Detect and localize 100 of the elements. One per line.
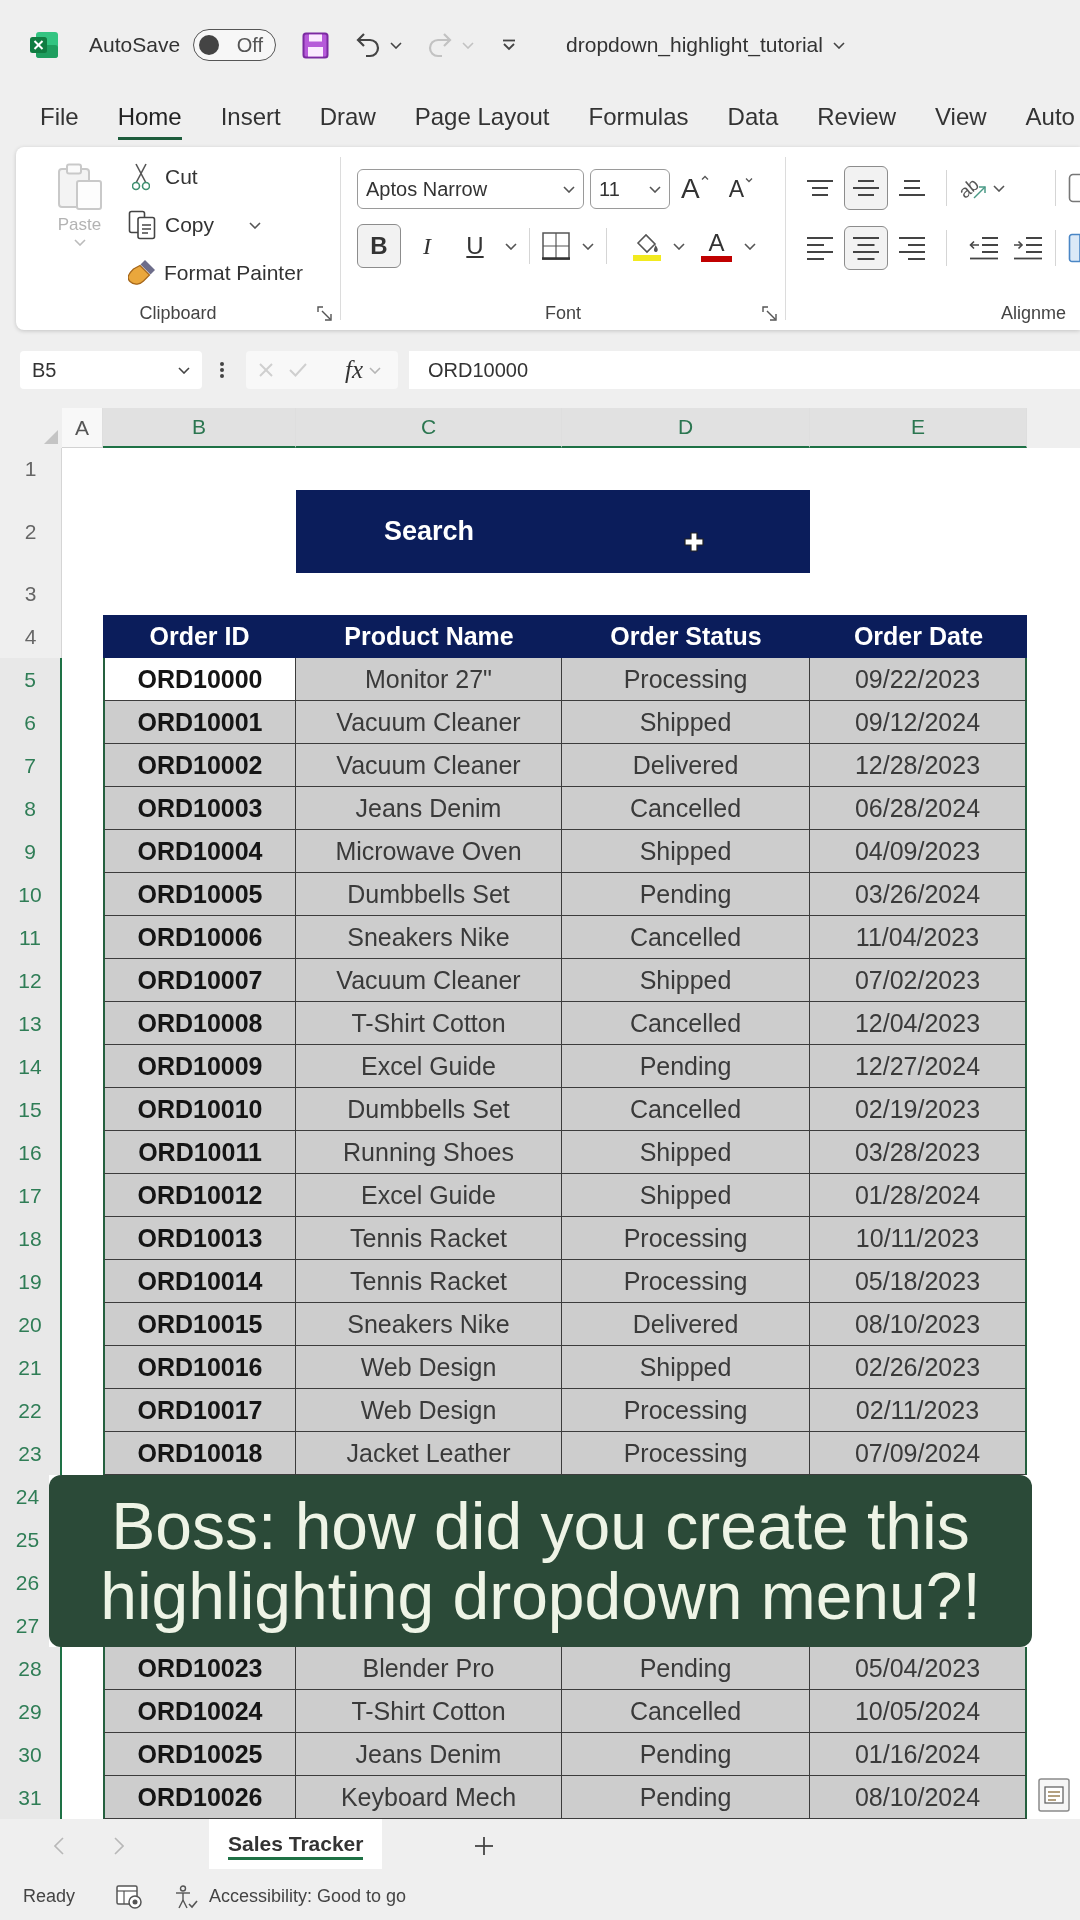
font-color-button[interactable]: A	[701, 230, 732, 262]
name-box[interactable]: B5	[20, 351, 202, 389]
row-header[interactable]: 21	[0, 1346, 62, 1389]
font-size-field[interactable]: 11	[590, 169, 670, 209]
row-header[interactable]: 1	[0, 448, 62, 490]
row-header[interactable]: 23	[0, 1432, 62, 1475]
row-header[interactable]: 13	[0, 1002, 62, 1045]
decrease-indent-icon[interactable]	[969, 236, 999, 260]
row-header[interactable]: 19	[0, 1260, 62, 1303]
caret-icon[interactable]	[249, 221, 262, 229]
row-header[interactable]: 26	[0, 1561, 49, 1604]
caret-icon[interactable]	[993, 184, 1006, 192]
copy-button[interactable]: Copy	[127, 210, 215, 240]
caret-icon[interactable]	[390, 41, 403, 49]
insert-function-button[interactable]: fx	[345, 356, 364, 384]
search-field[interactable]	[562, 490, 810, 573]
row-header[interactable]: 30	[0, 1733, 62, 1776]
ribbon-tab[interactable]: View	[934, 97, 987, 140]
row-header[interactable]: 4	[0, 615, 62, 658]
formula-field[interactable]: ORD10000	[409, 351, 1080, 389]
row-header[interactable]: 2	[0, 490, 62, 573]
table-cell: Cancelled	[562, 1088, 810, 1131]
color-bar-icon	[701, 255, 732, 262]
vertical-dots-icon[interactable]	[220, 362, 224, 378]
row-header[interactable]: 14	[0, 1045, 62, 1088]
column-header[interactable]: E	[810, 408, 1027, 448]
shrink-font-button[interactable]: A	[728, 177, 754, 201]
accessibility-status[interactable]: Accessibility: Good to go	[209, 1886, 407, 1907]
row-header[interactable]: 8	[0, 787, 62, 830]
row-header[interactable]: 25	[0, 1518, 49, 1561]
table-cell: Processing	[562, 1389, 810, 1432]
caret-icon[interactable]	[673, 242, 685, 250]
caret-icon[interactable]	[582, 242, 594, 250]
list-panel-icon[interactable]	[1038, 1778, 1070, 1812]
table-cell: ORD10000	[103, 658, 296, 701]
ribbon-tab[interactable]: Page Layout	[414, 97, 550, 140]
grow-font-button[interactable]: A	[681, 175, 709, 203]
accessibility-icon[interactable]	[174, 1884, 199, 1909]
column-header[interactable]: A	[62, 408, 103, 448]
cut-button[interactable]: Cut	[127, 163, 198, 191]
ribbon-tab[interactable]: Home	[117, 97, 182, 140]
ribbon-tab[interactable]: File	[40, 97, 79, 140]
dialog-launcher-icon[interactable]	[762, 306, 777, 321]
caret-icon[interactable]	[505, 242, 517, 250]
dialog-launcher-icon[interactable]	[317, 306, 332, 321]
row-header[interactable]: 10	[0, 873, 62, 916]
row-header[interactable]: 22	[0, 1389, 62, 1432]
caret-icon[interactable]	[744, 242, 756, 250]
ribbon-tab[interactable]: Draw	[319, 97, 376, 140]
row-header[interactable]: 27	[0, 1604, 49, 1647]
table-cell: Jeans Denim	[296, 787, 562, 830]
row-header[interactable]: 9	[0, 830, 62, 873]
align-center-button[interactable]	[844, 226, 888, 270]
plus-icon[interactable]	[475, 1837, 494, 1855]
row-header[interactable]: 7	[0, 744, 62, 787]
table-header-cell: Product Name	[296, 615, 562, 658]
overflow-caret-icon[interactable]	[502, 39, 517, 51]
borders-icon[interactable]	[542, 232, 570, 260]
increase-indent-icon[interactable]	[1013, 236, 1043, 260]
row-header[interactable]: 3	[0, 573, 62, 615]
save-icon[interactable]	[302, 31, 330, 59]
orientation-button[interactable]: ab	[959, 177, 988, 199]
autosave-toggle[interactable]: Off	[193, 29, 277, 61]
row-header[interactable]: 15	[0, 1088, 62, 1131]
table-cell: T-Shirt Cotton	[296, 1002, 562, 1045]
ribbon-tab[interactable]: Data	[727, 97, 779, 140]
column-header[interactable]: D	[562, 408, 810, 448]
fill-bucket-icon[interactable]	[633, 231, 661, 261]
column-header[interactable]: C	[296, 408, 562, 448]
sheet-tab[interactable]: Sales Tracker	[209, 1819, 383, 1869]
ribbon-tab[interactable]: Review	[817, 97, 896, 140]
row-header[interactable]: 18	[0, 1217, 62, 1260]
toggle-knob-icon	[199, 35, 220, 55]
sheet-badge-icon[interactable]	[116, 1884, 143, 1909]
row-header[interactable]: 12	[0, 959, 62, 1002]
italic-button[interactable]: I	[405, 224, 449, 268]
ribbon-tab[interactable]: Formulas	[588, 97, 689, 140]
file-name-button[interactable]: dropdown_highlight_tutorial	[566, 33, 845, 57]
table-cell: 09/22/2023	[810, 658, 1027, 701]
format-painter-button[interactable]: Format Painter	[127, 259, 303, 287]
table-cell: ORD10005	[103, 873, 296, 916]
bold-button[interactable]: B	[357, 224, 401, 268]
row-header[interactable]: 20	[0, 1303, 62, 1346]
row-header[interactable]: 11	[0, 916, 62, 959]
row-header[interactable]: 5	[0, 658, 62, 701]
row-header[interactable]: 6	[0, 701, 62, 744]
underline-button[interactable]: U	[453, 224, 497, 268]
table-cell: ORD10001	[103, 701, 296, 744]
row-header[interactable]: 17	[0, 1174, 62, 1217]
font-name-field[interactable]: Aptos Narrow	[357, 169, 584, 209]
column-header[interactable]: B	[103, 408, 296, 448]
row-header[interactable]: 31	[0, 1776, 62, 1819]
row-header[interactable]: 29	[0, 1690, 62, 1733]
ribbon-tab[interactable]: Insert	[220, 97, 281, 140]
ribbon-tab[interactable]: Auto	[1025, 97, 1075, 140]
row-header[interactable]: 24	[0, 1475, 49, 1518]
row-header[interactable]: 28	[0, 1647, 62, 1690]
align-middle-button[interactable]	[844, 166, 888, 210]
table-cell: Processing	[562, 658, 810, 701]
row-header[interactable]: 16	[0, 1131, 62, 1174]
